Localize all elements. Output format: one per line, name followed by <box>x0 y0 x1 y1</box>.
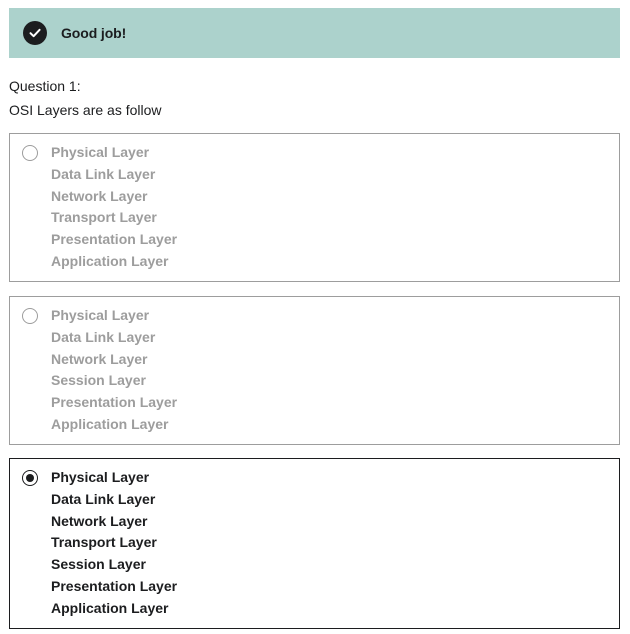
answer-text: Physical Layer Data Link Layer Network L… <box>51 467 177 620</box>
answer-option-2[interactable]: Physical Layer Data Link Layer Network L… <box>9 296 620 445</box>
feedback-banner: Good job! <box>9 8 620 58</box>
answer-line: Data Link Layer <box>51 165 156 182</box>
answer-option-3[interactable]: Physical Layer Data Link Layer Network L… <box>9 458 620 629</box>
answer-line: Application Layer <box>51 252 169 269</box>
answer-line: Session Layer <box>51 556 146 573</box>
question-number: Question 1: <box>9 78 81 94</box>
answer-option-1[interactable]: Physical Layer Data Link Layer Network L… <box>9 133 620 282</box>
radio-button[interactable] <box>22 145 38 161</box>
radio-button[interactable] <box>22 308 38 324</box>
answer-line: Physical Layer <box>51 469 150 485</box>
answer-line: Network Layer <box>51 512 148 529</box>
answer-line: Data Link Layer <box>51 490 156 507</box>
answer-line: Transport Layer <box>51 534 157 551</box>
answer-line: Network Layer <box>51 350 148 367</box>
answer-text: Physical Layer Data Link Layer Network L… <box>51 142 177 273</box>
answer-line: Session Layer <box>51 372 146 389</box>
answer-line: Presentation Layer <box>51 577 178 594</box>
answer-text: Physical Layer Data Link Layer Network L… <box>51 305 177 436</box>
answer-line: Network Layer <box>51 187 148 204</box>
check-circle-icon <box>23 21 47 45</box>
answer-line: Presentation Layer <box>51 394 178 411</box>
answer-line: Presentation Layer <box>51 231 178 248</box>
answer-line: Application Layer <box>51 415 169 432</box>
radio-button-selected[interactable] <box>22 470 38 486</box>
question-text: OSI Layers are as follow <box>9 102 162 118</box>
answer-line: Physical Layer <box>51 307 150 323</box>
answer-line: Application Layer <box>51 599 169 616</box>
feedback-message: Good job! <box>61 25 127 41</box>
answer-line: Data Link Layer <box>51 328 156 345</box>
radio-selected-dot <box>26 474 34 482</box>
answer-line: Transport Layer <box>51 209 157 226</box>
answer-line: Physical Layer <box>51 144 150 160</box>
